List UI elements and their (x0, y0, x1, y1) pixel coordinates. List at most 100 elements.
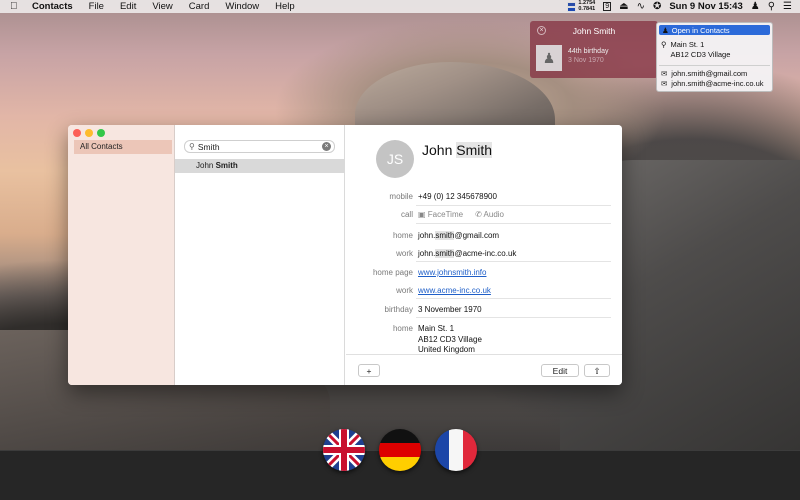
homepage-label[interactable]: home page (346, 268, 418, 277)
work-url-row: work www.acme-inc.co.uk (346, 286, 622, 295)
close-window-button[interactable] (73, 129, 81, 137)
home-email-value[interactable]: john.smith@gmail.com (418, 231, 499, 240)
germany-flag-icon[interactable] (379, 429, 421, 471)
notification-line2: 3 Nov 1970 (568, 57, 604, 64)
notification-center-icon[interactable]: ☰ (783, 1, 792, 12)
menu-bar:  Contacts File Edit View Card Window He… (0, 0, 800, 13)
contact-quick-menu: ♟ Open in Contacts ⚲ Main St. 1 AB12 CD3… (656, 22, 773, 92)
open-in-contacts-item[interactable]: ♟ Open in Contacts (659, 25, 770, 35)
email-1-label: john.smith@gmail.com (671, 69, 748, 78)
spotlight-search-icon[interactable]: ⚲ (768, 1, 775, 12)
menu-app-name[interactable]: Contacts (24, 1, 81, 12)
sidebar-item-all-contacts[interactable]: All Contacts (74, 140, 172, 154)
uk-flag-icon[interactable] (323, 429, 365, 471)
search-icon: ⚲ (189, 142, 195, 151)
home-email-match: smith (435, 231, 455, 240)
minimize-window-button[interactable] (85, 129, 93, 137)
menu-help[interactable]: Help (267, 1, 303, 12)
person-silhouette-icon: ♟ (536, 45, 562, 71)
home-email-label[interactable]: home (346, 231, 418, 240)
address-row: home Main St. 1 AB12 CD3 Village United … (346, 324, 622, 356)
currency-rate-widget[interactable]: 1.2754 0.7841 (567, 0, 596, 12)
homepage-row: home page www.johnsmith.info (346, 268, 622, 277)
work-email-value[interactable]: john.smith@acme-inc.co.uk (418, 249, 516, 258)
phone-icon: ✆ (475, 210, 482, 219)
home-email-pre: john. (418, 231, 436, 240)
edit-button[interactable]: Edit (541, 364, 579, 377)
birthday-label[interactable]: birthday (346, 305, 418, 314)
menu-view[interactable]: View (144, 1, 180, 12)
envelope-icon: ✉ (661, 69, 668, 78)
work-email-post: @acme-inc.co.uk (454, 249, 517, 258)
divider (416, 205, 611, 206)
person-icon: ♟ (662, 25, 669, 35)
groups-sidebar: All Contacts (68, 125, 175, 385)
location-pin-icon: ⚲ (661, 40, 667, 49)
address-line2: AB12 CD3 Village (670, 50, 731, 59)
address-label[interactable]: home (346, 324, 418, 356)
audio-label: Audio (483, 210, 505, 219)
divider (416, 261, 611, 262)
address-line1: Main St. 1 (418, 324, 455, 333)
eject-icon[interactable]: ⏏ (619, 1, 628, 12)
divider (416, 223, 611, 224)
card-toolbar: + Edit ⇧ (346, 354, 622, 385)
list-item[interactable]: John Smith (175, 159, 345, 173)
clear-search-icon[interactable]: × (322, 142, 331, 151)
clock[interactable]: Sun 9 Nov 15:43 (669, 1, 742, 12)
eu-flag-mini-icon (567, 6, 577, 12)
notification-line1: 44th birthday (568, 48, 609, 55)
mobile-label[interactable]: mobile (346, 192, 418, 201)
result-first-name: John (196, 161, 214, 170)
audio-call-button[interactable]: ✆ Audio (475, 210, 504, 219)
contact-first-name: John (422, 142, 453, 158)
work-email-row: work john.smith@acme-inc.co.uk (346, 249, 622, 258)
address-value[interactable]: Main St. 1 AB12 CD3 Village United Kingd… (418, 324, 482, 356)
menu-card[interactable]: Card (181, 1, 218, 12)
wifi-icon[interactable]: ∿ (637, 1, 645, 12)
divider (416, 317, 611, 318)
rate-bottom: 0.7841 (578, 5, 596, 12)
contacts-window: All Contacts ⚲ Smith × John Smith JS Joh… (68, 125, 622, 385)
homepage-link[interactable]: www.johnsmith.info (418, 268, 486, 277)
work-email-pre: john. (418, 249, 436, 258)
menu-edit[interactable]: Edit (112, 1, 144, 12)
add-button[interactable]: + (358, 364, 380, 377)
share-button[interactable]: ⇧ (584, 364, 610, 377)
address-line1: Main St. 1 (670, 40, 705, 49)
address-item[interactable]: ⚲ Main St. 1 AB12 CD3 Village (657, 35, 772, 60)
work-email-label[interactable]: work (346, 249, 418, 258)
facetime-label: FaceTime (427, 210, 464, 219)
email-item-1[interactable]: ✉ john.smith@gmail.com (657, 69, 772, 79)
work-url-label[interactable]: work (346, 286, 418, 295)
work-url-link[interactable]: www.acme-inc.co.uk (418, 286, 491, 295)
user-icon[interactable]: ♟ (751, 1, 760, 12)
contact-list: ⚲ Smith × John Smith (175, 125, 345, 385)
facetime-button[interactable]: ▣ FaceTime (418, 210, 463, 219)
search-input[interactable]: Smith (198, 142, 220, 152)
bluetooth-icon[interactable]: ✪ (653, 1, 661, 12)
work-email-match: smith (435, 249, 455, 258)
address-line2: AB12 CD3 Village (418, 334, 482, 344)
result-last-name: Smith (215, 161, 238, 170)
search-field[interactable]: ⚲ Smith × (184, 140, 335, 153)
menu-file[interactable]: File (81, 1, 112, 12)
menu-window[interactable]: Window (217, 1, 267, 12)
mobile-value[interactable]: +49 (0) 12 345678900 (418, 192, 497, 201)
home-email-post: @gmail.com (454, 231, 500, 240)
menu-separator (659, 65, 770, 66)
email-item-2[interactable]: ✉ john.smith@acme-inc.co.uk (657, 79, 772, 89)
notification-title: John Smith (572, 26, 616, 36)
email-2-label: john.smith@acme-inc.co.uk (671, 79, 764, 88)
france-flag-icon[interactable] (435, 429, 477, 471)
avatar[interactable]: JS (376, 140, 414, 178)
apple-menu-icon[interactable]:  (10, 1, 24, 12)
fullscreen-window-button[interactable] (97, 129, 105, 137)
divider (416, 298, 611, 299)
calendar-icon[interactable]: 9 (603, 2, 612, 11)
envelope-icon: ✉ (661, 79, 668, 88)
video-camera-icon: ▣ (418, 210, 426, 219)
birthday-notification[interactable]: × John Smith ♟ 44th birthday 3 Nov 1970 (530, 21, 658, 78)
share-icon: ⇧ (593, 366, 601, 376)
birthday-value[interactable]: 3 November 1970 (418, 305, 482, 314)
